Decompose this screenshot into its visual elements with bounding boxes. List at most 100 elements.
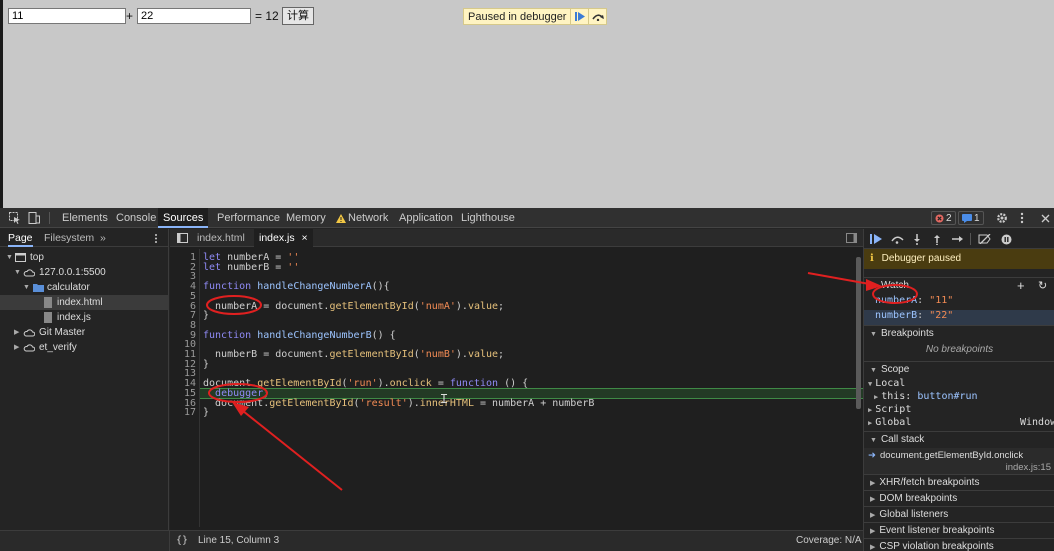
code-line[interactable]: 16 document.getElementById('result').inn… bbox=[170, 398, 863, 409]
scope-this-key: this: bbox=[881, 391, 912, 402]
scope-local[interactable]: ▼ Local bbox=[864, 378, 1054, 391]
tab-elements[interactable]: Elements bbox=[57, 208, 113, 228]
paused-banner-text: Debugger paused bbox=[881, 253, 962, 264]
code-line[interactable]: 12} bbox=[170, 359, 863, 370]
error-count: 2 bbox=[946, 212, 952, 224]
file-icon bbox=[44, 312, 52, 323]
code-line[interactable]: 9 function handleChangeNumberB() { bbox=[170, 330, 863, 341]
scope-script[interactable]: ▶ Script bbox=[864, 404, 1054, 417]
folder-icon bbox=[33, 284, 44, 292]
close-tab-icon[interactable]: × bbox=[302, 232, 308, 244]
close-devtools-icon[interactable] bbox=[1039, 211, 1051, 225]
settings-gear-icon[interactable] bbox=[995, 211, 1009, 225]
callstack-pane-header[interactable]: ▼ Call stack bbox=[864, 431, 1054, 447]
nav-more-tabs[interactable]: » bbox=[100, 229, 106, 247]
code-text: } bbox=[203, 407, 210, 419]
resume-icon[interactable] bbox=[570, 9, 588, 24]
device-toolbar-icon[interactable] bbox=[27, 211, 41, 225]
code-area[interactable]: 1 let numberA = '' 2 let numberB = '' 3 4 func… bbox=[170, 249, 863, 527]
scope-global-value: Window bbox=[1020, 417, 1054, 428]
callstack-function-name: document.getElementById.onclick bbox=[880, 450, 1024, 461]
cloud-icon bbox=[23, 329, 35, 337]
tab-application[interactable]: Application bbox=[394, 208, 458, 228]
scope-pane-header[interactable]: ▼ Scope bbox=[864, 361, 1054, 377]
more-options-icon[interactable] bbox=[1017, 211, 1027, 225]
navigator-menu-icon[interactable] bbox=[152, 232, 160, 244]
toggle-debugger-sidebar-icon[interactable] bbox=[845, 232, 857, 244]
tab-performance[interactable]: Performance bbox=[212, 208, 285, 228]
calculate-button[interactable]: 计算 bbox=[282, 7, 314, 25]
tab-console[interactable]: Console bbox=[111, 208, 161, 228]
step-over-icon[interactable] bbox=[588, 9, 606, 24]
scope-global[interactable]: ▶ Global Window bbox=[864, 417, 1054, 430]
number-b-input[interactable]: 22 bbox=[137, 8, 251, 24]
code-line[interactable]: 11 numberB = document.getElementById('nu… bbox=[170, 350, 863, 360]
csp-violation-breakpoints-header[interactable]: ▶ CSP violation breakpoints bbox=[864, 538, 1054, 551]
xhr-breakpoints-header[interactable]: ▶ XHR/fetch breakpoints bbox=[864, 474, 1054, 490]
step-into-icon[interactable] bbox=[911, 233, 923, 245]
resume-icon[interactable] bbox=[869, 233, 883, 245]
global-listeners-header[interactable]: ▶ Global listeners bbox=[864, 506, 1054, 522]
tab-sources[interactable]: Sources bbox=[158, 208, 209, 228]
line-number[interactable]: 17 bbox=[170, 408, 196, 418]
deactivate-breakpoints-icon[interactable] bbox=[977, 233, 991, 245]
file-icon bbox=[44, 297, 52, 308]
code-line[interactable]: 6 numberA = document.getElementById('num… bbox=[170, 301, 863, 312]
add-watch-icon[interactable]: + bbox=[1017, 278, 1025, 294]
error-count-badge[interactable]: 2 bbox=[931, 211, 956, 225]
code-line[interactable]: 2 let numberB = '' bbox=[170, 262, 863, 273]
code-line[interactable]: 17} bbox=[170, 408, 863, 418]
collapsed-triangle-icon: ▶ bbox=[870, 480, 876, 487]
code-line[interactable]: 4 function handleChangeNumberA(){ bbox=[170, 282, 863, 292]
inspect-element-icon[interactable] bbox=[8, 211, 22, 225]
tree-item-et-verify[interactable]: ▶ et_verify bbox=[0, 340, 169, 355]
text-cursor-icon: Ｉ bbox=[438, 392, 451, 406]
nav-tab-filesystem[interactable]: Filesystem bbox=[44, 229, 94, 247]
collapsed-triangle-icon: ▶ bbox=[870, 512, 876, 519]
cloud-icon bbox=[23, 269, 35, 277]
tree-item-index-html[interactable]: index.html bbox=[0, 295, 169, 310]
tree-item-calculator[interactable]: ▼ calculator bbox=[0, 280, 169, 295]
number-a-input[interactable]: 11 bbox=[8, 8, 126, 24]
expanded-triangle-icon: ▼ bbox=[6, 254, 13, 261]
watch-pane-header[interactable]: ▼ Watch + ↻ bbox=[864, 277, 1054, 293]
tree-item-git-master[interactable]: ▶ Git Master bbox=[0, 325, 169, 340]
watch-item-numbera[interactable]: numberA: "11" bbox=[864, 295, 1054, 310]
paused-overlay-label: Paused in debugger bbox=[468, 10, 567, 23]
collapsed-triangle-icon: ▶ bbox=[868, 406, 873, 414]
collapsed-triangle-icon: ▶ bbox=[874, 393, 879, 401]
code-line[interactable]: 7} bbox=[170, 311, 863, 321]
code-text: function handleChangeNumberA(){ bbox=[203, 281, 390, 293]
collapsed-triangle-icon: ▶ bbox=[870, 528, 876, 535]
breakpoints-pane-header[interactable]: ▼ Breakpoints bbox=[864, 325, 1054, 341]
code-line[interactable]: 14 document.getElementById('run').onclick… bbox=[170, 379, 863, 389]
step-icon[interactable] bbox=[951, 233, 965, 245]
tree-item-index-js[interactable]: index.js bbox=[0, 310, 169, 325]
event-listener-breakpoints-header[interactable]: ▶ Event listener breakpoints bbox=[864, 522, 1054, 538]
pretty-print-icon[interactable]: {} bbox=[176, 535, 188, 546]
scope-this-value: button#run bbox=[917, 391, 978, 402]
result-text: = 12 bbox=[255, 9, 279, 23]
nav-tab-page[interactable]: Page bbox=[8, 229, 33, 247]
refresh-watch-icon[interactable]: ↻ bbox=[1038, 278, 1047, 294]
no-breakpoints-text: No breakpoints bbox=[925, 344, 994, 355]
toggle-navigator-icon[interactable] bbox=[176, 232, 188, 244]
scope-this[interactable]: ▶ this: button#run bbox=[864, 391, 1054, 404]
tab-memory[interactable]: Memory bbox=[281, 208, 331, 228]
editor-scrollbar[interactable] bbox=[856, 257, 861, 409]
editor-tab-label: index.js bbox=[259, 232, 295, 244]
step-over-icon[interactable] bbox=[890, 233, 904, 245]
editor-tab-index-js[interactable]: index.js × bbox=[254, 229, 313, 247]
dom-breakpoints-header[interactable]: ▶ DOM breakpoints bbox=[864, 490, 1054, 506]
message-count-badge[interactable]: 1 bbox=[958, 211, 984, 225]
tab-network[interactable]: Network bbox=[343, 208, 393, 228]
pause-on-exceptions-icon[interactable] bbox=[1000, 233, 1012, 245]
callstack-frame[interactable]: ➜ document.getElementById.onclick index.… bbox=[864, 448, 1054, 474]
step-out-icon[interactable] bbox=[931, 233, 943, 245]
tree-item-top[interactable]: ▼ top bbox=[0, 250, 169, 265]
watch-item-numberb[interactable]: numberB: "22" bbox=[864, 310, 1054, 325]
tree-item-host[interactable]: ▼ 127.0.0.1:5500 bbox=[0, 265, 169, 280]
tree-label: et_verify bbox=[39, 342, 77, 353]
editor-tab-index-html[interactable]: index.html bbox=[192, 229, 250, 247]
tab-lighthouse[interactable]: Lighthouse bbox=[456, 208, 520, 228]
